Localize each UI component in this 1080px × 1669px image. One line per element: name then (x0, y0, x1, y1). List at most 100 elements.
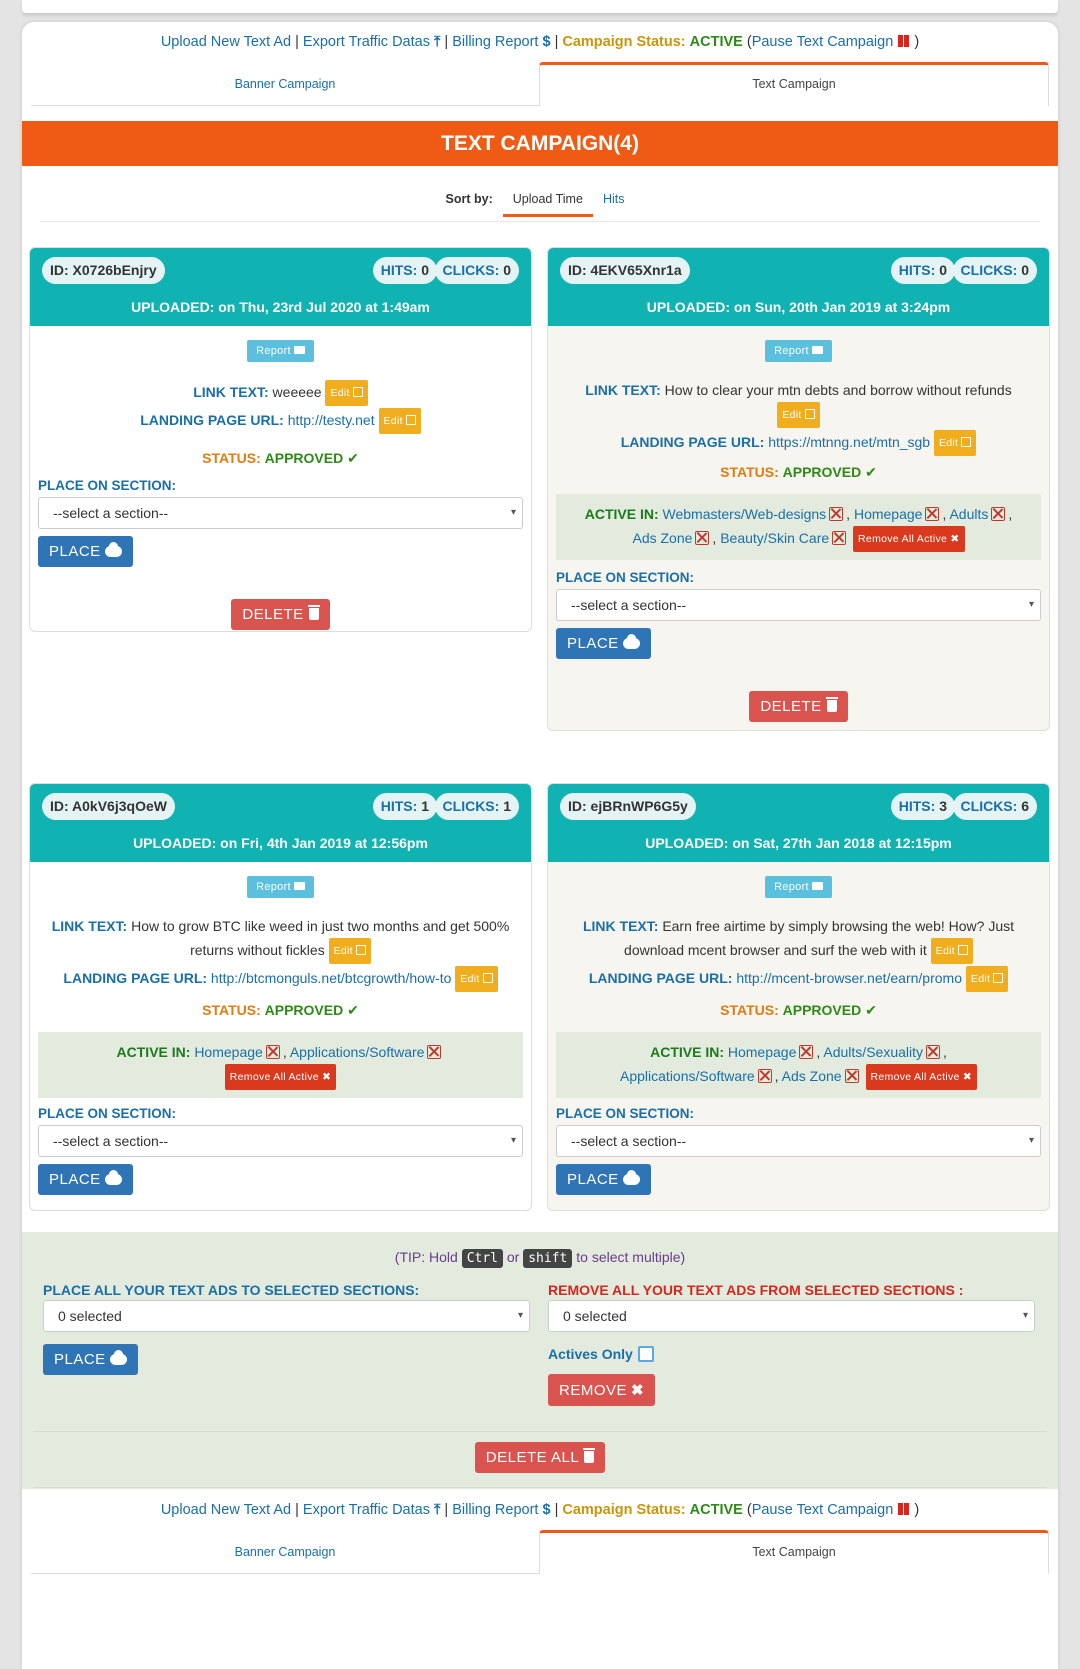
export-traffic-link[interactable]: Export Traffic Datas ⤒ (303, 1502, 441, 1518)
active-section-link[interactable]: Adults (949, 506, 988, 522)
place-all-button[interactable]: PLACE (43, 1344, 138, 1375)
hits-count: 0 (939, 262, 947, 278)
billing-report-link[interactable]: Billing Report $ (452, 34, 550, 50)
remove-section-icon[interactable] (925, 507, 940, 521)
ad-card-header: ID: ejBRnWP6G5y HITS: 3 CLICKS: 6 UPLOAD… (548, 784, 1049, 862)
edit-url-button[interactable]: Edit (965, 966, 1009, 992)
remove-section-icon[interactable] (844, 1069, 859, 1083)
edit-link-text-button[interactable]: Edit (777, 402, 820, 428)
remove-section-icon[interactable] (832, 531, 847, 545)
delete-all-button[interactable]: DELETE ALL (474, 1442, 606, 1473)
landing-url-link[interactable]: https://mtnng.net/mtn_sgb (768, 434, 930, 450)
active-section-link[interactable]: Adults/Sexuality (823, 1044, 923, 1060)
active-section-link[interactable]: Ads Zone (632, 530, 692, 546)
upload-text-ad-link[interactable]: Upload New Text Ad (161, 34, 291, 50)
remove-all-sections-select[interactable]: 0 selected (548, 1300, 1035, 1332)
remove-section-icon[interactable] (829, 507, 844, 521)
clicks-count: 1 (503, 798, 511, 814)
check-icon: ✔ (865, 1002, 877, 1018)
landing-url-link[interactable]: http://btcmonguls.net/btcgrowth/how-to (211, 970, 451, 986)
remove-section-icon[interactable] (265, 1045, 280, 1059)
active-section-link[interactable]: Homepage (854, 506, 923, 522)
delete-button[interactable]: DELETE (749, 691, 848, 722)
sort-upload-time[interactable]: Upload Time (502, 192, 593, 217)
remove-section-icon[interactable] (427, 1045, 442, 1059)
billing-report-link[interactable]: Billing Report $ (452, 1502, 550, 1518)
remove-section-icon[interactable] (799, 1045, 814, 1059)
remove-section-icon[interactable] (757, 1069, 772, 1083)
hits-badge: HITS: 0 (372, 257, 437, 284)
place-button[interactable]: PLACE (38, 1164, 133, 1195)
edit-link-text-button[interactable]: Edit (328, 938, 371, 964)
pause-campaign-link[interactable]: Pause Text Campaign (752, 1502, 911, 1518)
active-in-box: ACTIVE IN: Homepage, Adults/Sexuality, A… (556, 1032, 1041, 1098)
hits-label: HITS: (898, 798, 936, 814)
billing-report-label: Billing Report (452, 34, 539, 50)
sort-hits[interactable]: Hits (593, 192, 635, 214)
place-all-sections-select[interactable]: 0 selected (43, 1300, 530, 1332)
place-button[interactable]: PLACE (38, 536, 133, 567)
ad-id: ID: 4EKV65Xnr1a (560, 257, 690, 284)
active-section-link[interactable]: Webmasters/Web-designs (663, 506, 827, 522)
place-label: PLACE (49, 1171, 101, 1188)
delete-button[interactable]: DELETE (231, 599, 330, 630)
edit-icon (405, 415, 416, 425)
edit-url-button[interactable]: Edit (933, 430, 977, 456)
edit-label: Edit (782, 409, 802, 421)
landing-url-link[interactable]: http://testy.net (288, 412, 375, 428)
report-button[interactable]: Report (247, 876, 314, 898)
actives-only-option[interactable]: Actives Only (548, 1346, 654, 1362)
actives-only-checkbox[interactable] (637, 1346, 654, 1362)
active-section-link[interactable]: Beauty/Skin Care (720, 530, 829, 546)
place-button[interactable]: PLACE (556, 1164, 651, 1195)
active-section-link[interactable]: Homepage (728, 1044, 797, 1060)
place-button[interactable]: PLACE (556, 628, 651, 659)
active-in-box: ACTIVE IN: Webmasters/Web-designs, Homep… (556, 494, 1041, 560)
section-select[interactable]: --select a section-- (38, 497, 523, 529)
remove-section-icon[interactable] (695, 531, 710, 545)
place-all-label: PLACE ALL YOUR TEXT ADS TO SELECTED SECT… (43, 1282, 420, 1298)
top-nav-links: Upload New Text Ad | Export Traffic Datas… (160, 34, 920, 50)
tab-banner-campaign[interactable]: Banner Campaign (31, 1530, 539, 1574)
remove-section-icon[interactable] (926, 1045, 940, 1059)
delete-label: DELETE (760, 698, 822, 715)
place-label: PLACE (567, 635, 619, 652)
upload-date: UPLOADED: on Sun, 20th Jan 2019 at 3:24p… (646, 299, 951, 315)
active-section-link[interactable]: Applications/Software (290, 1044, 425, 1060)
landing-url-link[interactable]: http://mcent-browser.net/earn/promo (736, 970, 962, 986)
tab-banner-campaign[interactable]: Banner Campaign (31, 62, 539, 106)
cloud-upload-icon (622, 634, 640, 649)
remove-all-active-button[interactable]: Remove All Active ✖ (853, 526, 965, 552)
edit-label: Edit (938, 437, 959, 449)
divider (34, 1431, 1046, 1432)
tab-text-campaign[interactable]: Text Campaign (539, 62, 1049, 106)
edit-url-button[interactable]: Edit (455, 966, 498, 992)
remove-section-icon[interactable] (991, 507, 1006, 521)
hits-badge: HITS: 0 (890, 257, 955, 284)
upload-text-ad-link[interactable]: Upload New Text Ad (161, 1502, 291, 1518)
tab-text-campaign[interactable]: Text Campaign (539, 1530, 1049, 1574)
trash-icon (307, 605, 320, 620)
edit-link-text-button[interactable]: Edit (325, 380, 368, 406)
section-select[interactable]: --select a section-- (556, 1125, 1041, 1157)
pause-campaign-link[interactable]: Pause Text Campaign (752, 34, 911, 50)
remove-all-active-button[interactable]: Remove All Active ✖ (865, 1064, 977, 1090)
remove-all-active-button[interactable]: Remove All Active ✖ (224, 1064, 337, 1090)
edit-url-button[interactable]: Edit (378, 408, 421, 434)
edit-icon (957, 945, 968, 955)
report-button[interactable]: Report (247, 340, 314, 362)
export-traffic-link[interactable]: Export Traffic Datas ⤒ (303, 34, 441, 50)
active-section-link[interactable]: Homepage (194, 1044, 263, 1060)
report-label: Report (774, 345, 809, 357)
remove-button[interactable]: REMOVE ✖ (548, 1374, 656, 1406)
report-button[interactable]: Report (765, 340, 832, 362)
active-section-link[interactable]: Ads Zone (782, 1068, 842, 1084)
report-button[interactable]: Report (765, 876, 832, 898)
hits-count: 3 (939, 798, 947, 814)
section-select[interactable]: --select a section-- (38, 1125, 523, 1157)
link-text-value: weeeee (272, 384, 322, 400)
active-section-link[interactable]: Applications/Software (620, 1068, 755, 1084)
ctrl-key: Ctrl (461, 1249, 503, 1268)
section-select[interactable]: --select a section-- (556, 589, 1041, 621)
edit-link-text-button[interactable]: Edit (930, 938, 973, 964)
